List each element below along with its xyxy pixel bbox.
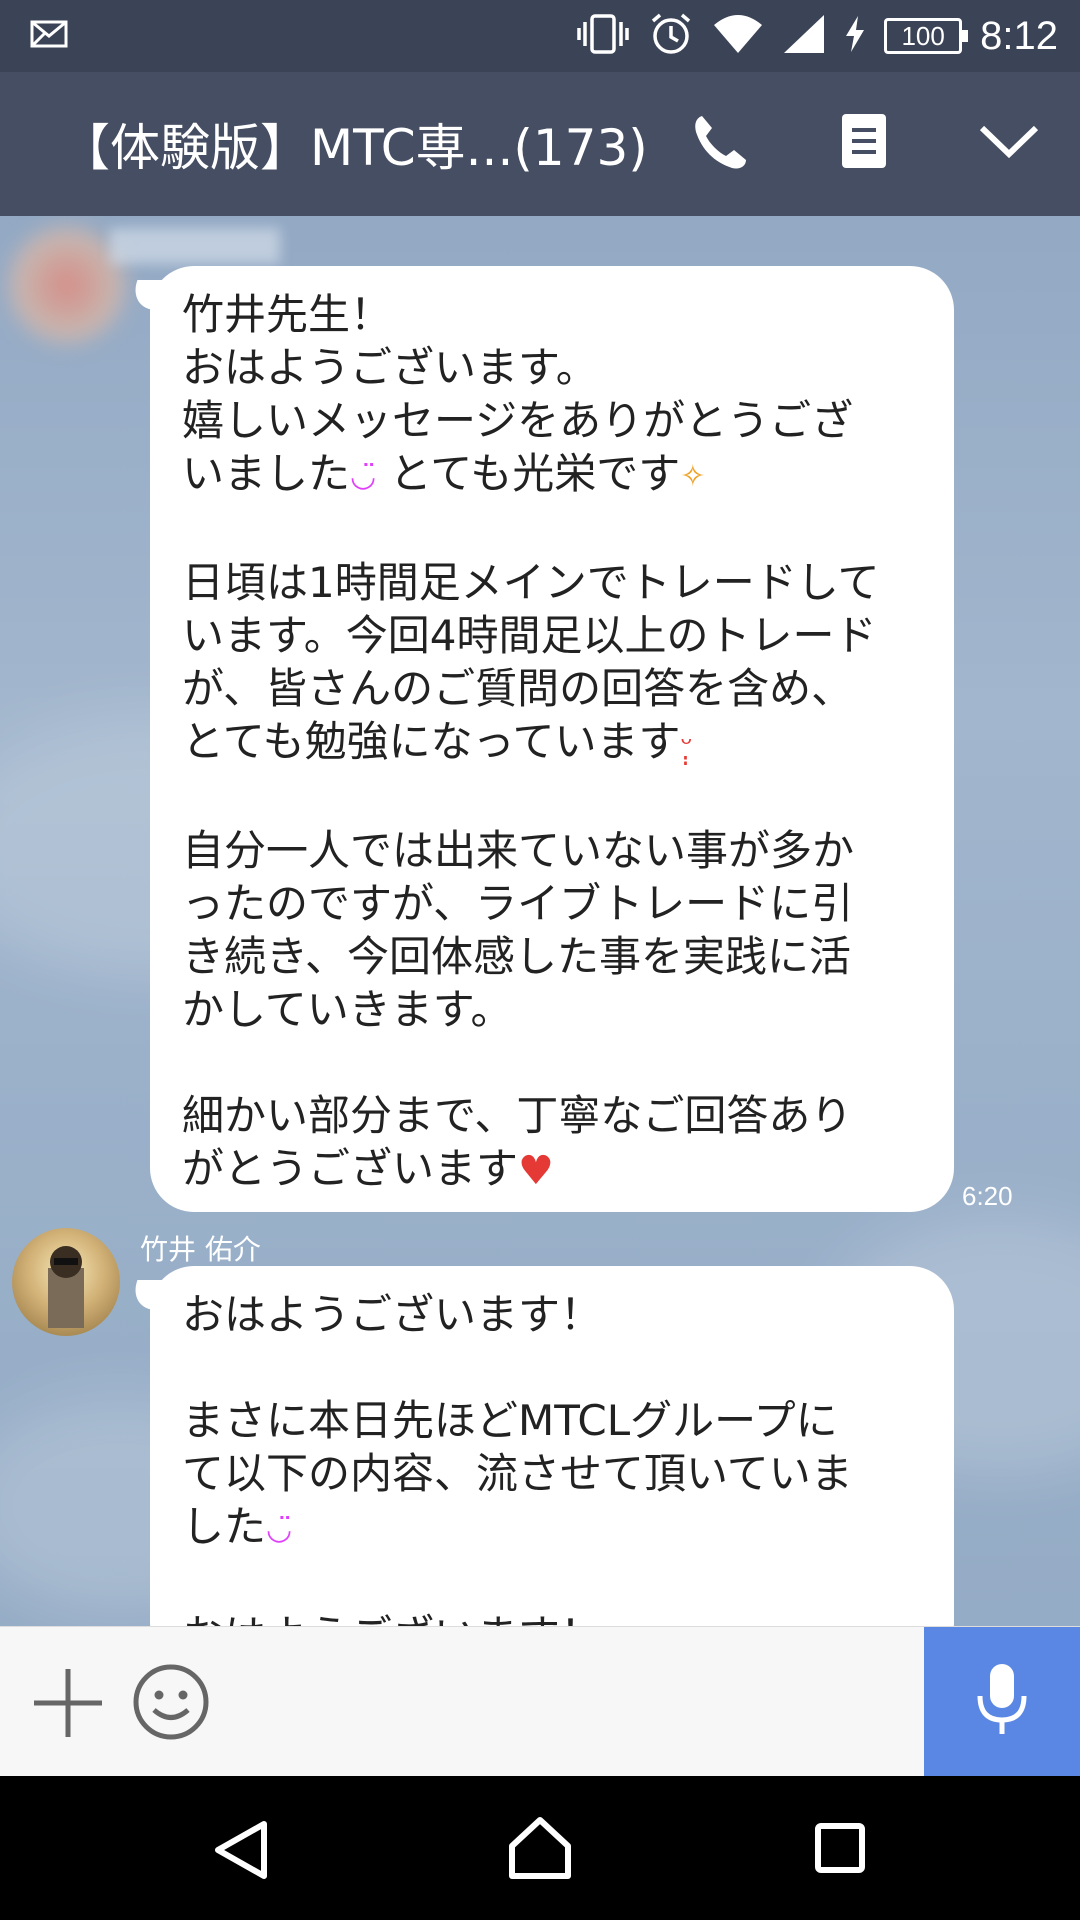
message-text: おはようございます！	[182, 1611, 602, 1626]
tearful-emoji-icon: ᵕ̣̣	[680, 727, 693, 762]
recent-apps-icon[interactable]	[814, 1822, 866, 1878]
vibrate-icon	[576, 12, 630, 60]
message-text: とても光栄です	[389, 449, 681, 498]
phone-icon[interactable]	[690, 112, 750, 176]
chevron-down-icon[interactable]	[978, 124, 1040, 164]
message-text: 自分一人では出来ていない事が多か ったのですが、ライブトレードに引 き続き、今回…	[182, 826, 855, 1193]
message-input-bar	[0, 1626, 1080, 1777]
home-icon[interactable]	[508, 1816, 572, 1884]
blurred-avatar[interactable]	[8, 226, 126, 344]
blurred-sender-name	[110, 228, 280, 264]
voice-message-button[interactable]	[924, 1627, 1080, 1777]
notes-icon[interactable]	[840, 112, 888, 176]
chat-title[interactable]: 【体験版】MTC専...(173)	[60, 108, 648, 180]
microphone-icon	[974, 1662, 1030, 1742]
alarm-icon	[648, 11, 694, 61]
add-icon[interactable]	[32, 1667, 104, 1743]
system-navigation-bar	[0, 1776, 1080, 1920]
message-bubble[interactable]: おはようございます！ まさに本日先ほどMTCLグループに て以下の内容、流させて…	[150, 1266, 954, 1626]
smile-emoji-icon: ◡̈	[266, 1512, 293, 1547]
heart-emoji-icon: ♥	[518, 1148, 554, 1194]
chat-header: 【体験版】MTC専...(173)	[0, 72, 1080, 216]
mail-notification-icon	[30, 14, 70, 54]
smile-emoji-icon: ◡̈	[350, 459, 377, 494]
wifi-icon	[712, 13, 764, 59]
status-bar: 100 8:12	[0, 0, 1080, 72]
signal-icon	[782, 13, 826, 59]
battery-indicator: 100	[884, 18, 969, 54]
sparkle-emoji-icon: ✧	[680, 459, 706, 494]
emoji-icon[interactable]	[132, 1663, 210, 1745]
message-text: 日頃は1時間足メインでトレードして います。今回4時間足以上のトレード が、皆さ…	[182, 558, 880, 766]
chat-area[interactable]: 竹井先生！ おはようございます。 嬉しいメッセージをありがとうござ いました◡̈…	[0, 216, 1080, 1626]
message-timestamp: 6:20	[962, 1181, 1013, 1211]
message-bubble[interactable]: 竹井先生！ おはようございます。 嬉しいメッセージをありがとうござ いました◡̈…	[150, 266, 954, 1212]
sender-name: 竹井 佑介	[140, 1233, 261, 1266]
charging-icon	[844, 14, 866, 58]
back-icon[interactable]	[212, 1820, 270, 1884]
avatar[interactable]	[12, 1228, 120, 1336]
clock: 8:12	[980, 13, 1058, 58]
